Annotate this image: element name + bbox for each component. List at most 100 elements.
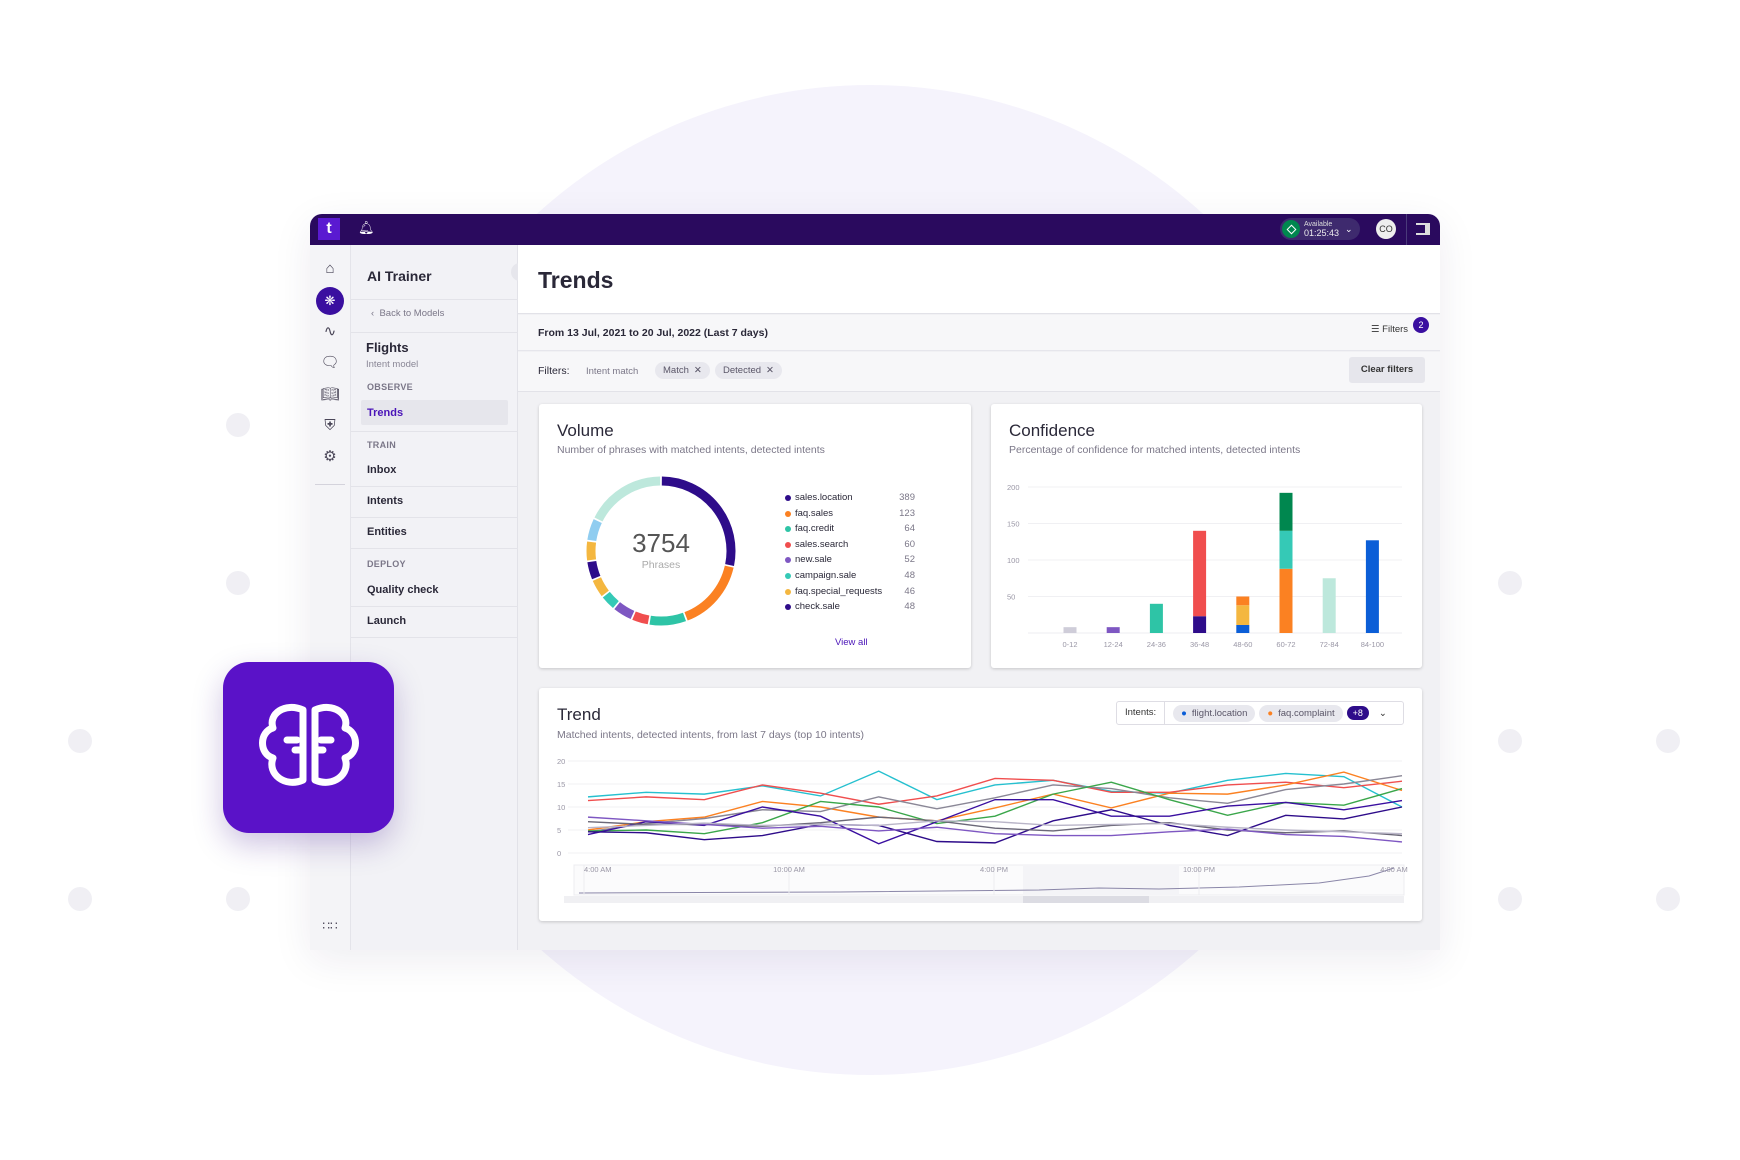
volume-card: Volume Number of phrases with matched in… [539,404,971,668]
legend-item[interactable]: faq.special_requests 46 [785,586,915,602]
status-selector[interactable]: Available 01:25:43 ⌄ [1280,218,1360,240]
bar-segment[interactable] [1106,627,1120,633]
nav-title: AI Trainer [367,268,432,284]
bar-segment[interactable] [1063,627,1077,633]
nav-item-entities[interactable]: Entities [367,526,407,538]
legend-dot-icon [785,557,791,564]
decor-dot [1656,729,1680,753]
filters-button[interactable]: ☰ Filters [1371,324,1408,335]
scrollbar-thumb[interactable] [1023,896,1149,903]
bar-segment[interactable] [1279,530,1293,569]
nav-item-launch[interactable]: Launch [367,615,406,627]
x-tick-label: 60-72 [1276,640,1295,649]
filter-group-label: Intent match [586,366,639,377]
donut-slice[interactable] [602,591,619,608]
app-logo[interactable]: t [318,218,340,240]
legend-item[interactable]: faq.sales 123 [785,508,915,524]
range-selection[interactable] [1023,865,1179,895]
date-range[interactable]: From 13 Jul, 2021 to 20 Jul, 2022 (Last … [538,327,768,339]
legend-item[interactable]: sales.location 389 [785,492,915,508]
bar-segment[interactable] [1149,603,1163,633]
scrollbar[interactable] [564,896,1404,903]
apps-grid-icon[interactable]: ∷∷ [319,915,341,937]
filter-chip-detected[interactable]: Detected ✕ [715,362,782,379]
bar-segment[interactable] [1322,578,1336,633]
icon-rail: ⌂ ❋ ∿ 🗨︎ 📖︎ ⛨ ⚙ ∷∷ [310,245,351,950]
bar-segment[interactable] [1365,540,1379,633]
bar-segment[interactable] [1236,624,1250,633]
bar-segment[interactable] [1236,596,1250,606]
x-tick-label: 36-48 [1190,640,1209,649]
decor-dot [1656,887,1680,911]
confidence-card: Confidence Percentage of confidence for … [991,404,1422,668]
nav-item-trends[interactable]: Trends [361,400,508,425]
close-icon[interactable]: ✕ [694,365,702,376]
intent-chip[interactable]: ● faq.complaint [1259,704,1343,722]
model-name: Flights [366,340,409,355]
brain-icon[interactable]: ❋ [316,287,344,315]
card-title: Volume [557,421,614,440]
dot-icon: ● [1181,707,1187,719]
brain-icon [259,703,359,786]
nav-item-intents[interactable]: Intents [367,495,403,507]
donut-slice[interactable] [586,541,597,561]
legend-dot-icon [785,510,791,517]
home-icon[interactable]: ⌂ [319,258,341,280]
donut-slice[interactable] [592,577,609,597]
legend-item[interactable]: campaign.sale 48 [785,570,915,586]
chevron-down-icon: ⌄ [1345,223,1353,234]
view-all-link[interactable]: View all [835,637,868,648]
chip-label: Detected [723,365,762,376]
donut-slice[interactable] [614,601,635,620]
legend-item[interactable]: check.sale 48 [785,601,915,617]
nav-item-inbox[interactable]: Inbox [367,464,396,476]
filter-count-badge: 2 [1413,317,1429,333]
gear-icon[interactable]: ⚙ [319,446,341,468]
more-intents-badge[interactable]: +8 [1346,706,1369,720]
waveform-icon[interactable]: ∿ [319,321,341,343]
intents-selector[interactable]: Intents: ● flight.location ● faq.complaint… [1116,701,1404,725]
legend-item[interactable]: faq.credit 64 [785,523,915,539]
bar-segment[interactable] [1279,492,1293,531]
nav-item-quality-check[interactable]: Quality check [367,584,439,596]
book-icon[interactable]: 📖︎ [319,384,341,406]
donut-slice[interactable] [649,612,687,626]
chip-label: faq.complaint [1278,707,1335,719]
legend-dot-icon [785,495,791,501]
donut-slice[interactable] [587,560,601,580]
bar-segment[interactable] [1236,605,1250,625]
bar-segment[interactable] [1193,530,1207,617]
legend-item[interactable]: sales.search 60 [785,539,915,555]
intent-chip[interactable]: ● flight.location [1173,704,1256,722]
bell-icon[interactable]: 🔔︎ [358,220,375,236]
chat-icon[interactable]: 🗨︎ [319,352,341,374]
close-icon[interactable]: ✕ [766,365,774,376]
x-tick-label: 24-36 [1147,640,1166,649]
volume-legend: sales.location 389 faq.sales 123 faq.credit 6… [785,492,915,617]
y-tick-label: 10 [557,803,565,812]
bar-segment[interactable] [1279,568,1293,633]
panel-icon[interactable] [1416,223,1430,235]
legend-label: check.sale [795,601,840,613]
legend-label: sales.search [795,538,849,550]
trend-series-line[interactable] [587,820,1403,835]
trend-series-line[interactable] [587,770,1403,808]
shield-icon[interactable]: ⛨ [319,415,341,437]
legend-item[interactable]: new.sale 52 [785,554,915,570]
back-to-models-link[interactable]: ‹ Back to Models [371,308,444,319]
donut-slice[interactable] [632,611,650,625]
section-observe: OBSERVE [367,382,413,392]
filter-chip-match[interactable]: Match ✕ [655,362,710,379]
legend-value: 48 [904,569,915,581]
clear-filters-button[interactable]: Clear filters [1349,357,1425,383]
filters-label: Filters: [538,365,570,377]
bar-segment[interactable] [1193,616,1207,633]
app-window: t 🔔︎ Available 01:25:43 ⌄ CO ⌂ ❋ ∿ 🗨︎ 📖︎… [310,214,1440,950]
donut-slice[interactable] [594,476,661,522]
nav-item-label: Trends [367,407,404,419]
user-avatar[interactable]: CO [1376,219,1396,239]
legend-dot-icon [785,541,791,548]
donut-slice[interactable] [684,565,734,621]
chevron-down-icon[interactable]: ⌄ [1379,708,1387,719]
donut-slice[interactable] [587,519,602,542]
